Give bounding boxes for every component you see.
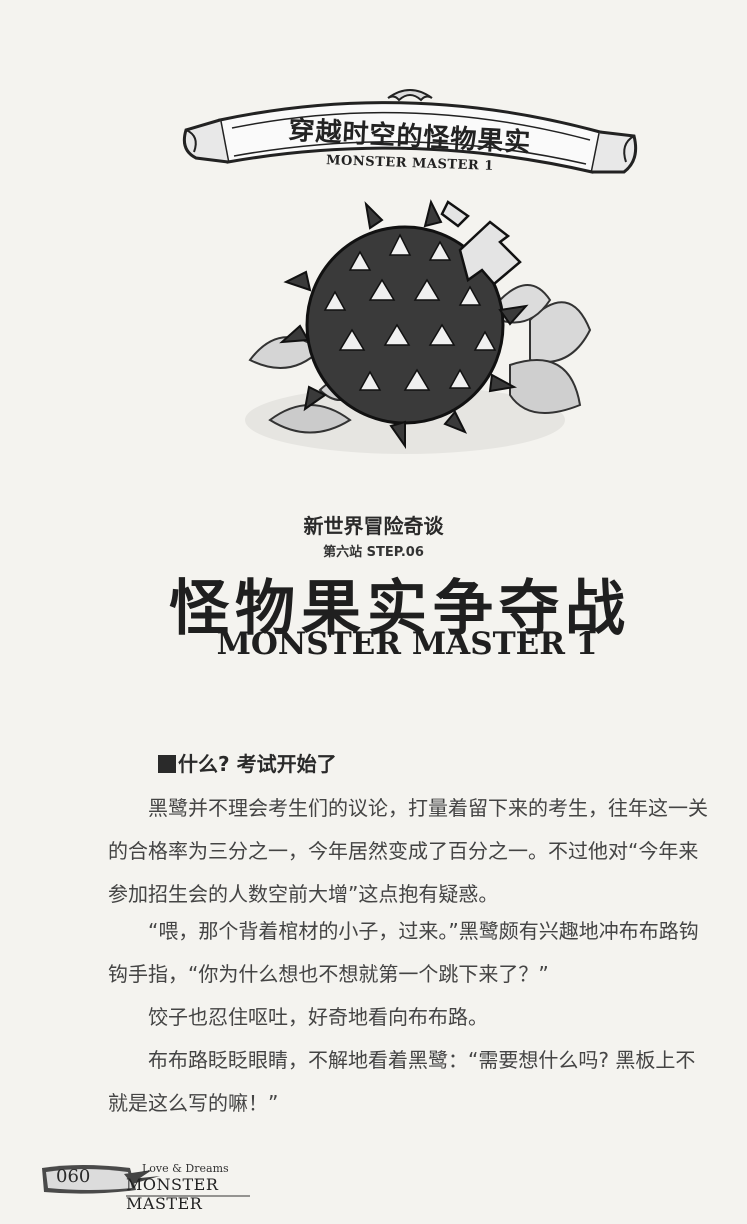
- monster-fruit-illustration: [230, 190, 600, 500]
- paragraph: 黑鹭并不理会考生们的议论，打量着留下来的考生，往年这一关的合格率为三分之一，今年…: [108, 796, 708, 906]
- section-heading-text: 什么? 考试开始了: [178, 752, 337, 776]
- step-label: 第六站 STEP.06: [323, 545, 424, 560]
- footer-brand: MONSTER MASTER: [126, 1175, 219, 1213]
- paragraph: 布布路眨眨眼睛，不解地看着黑鹭：“需要想什么吗? 黑板上不就是这么写的嘛！”: [108, 1048, 696, 1115]
- series-title: 新世界冒险奇谈: [303, 514, 444, 538]
- title-banner: 穿越时空的怪物果实 MONSTER MASTER 1: [180, 80, 640, 190]
- book-page: 穿越时空的怪物果实 MONSTER MASTER 1 新世界冒险奇谈 第六站 S…: [0, 0, 747, 1224]
- page-number: 060: [56, 1166, 91, 1187]
- paragraph: “喂，那个背着棺材的小子，过来。”黑鹭颇有兴趣地冲布布路钩钩手指，“你为什么想也…: [108, 919, 699, 986]
- section-heading: 什么? 考试开始了: [158, 748, 337, 777]
- paragraph: 饺子也忍住呕吐，好奇地看向布布路。: [148, 1005, 488, 1029]
- square-bullet-icon: [158, 755, 176, 773]
- chapter-subtitle: MONSTER MASTER 1: [216, 626, 598, 662]
- footer-tagline: Love & Dreams: [142, 1162, 229, 1175]
- page-footer: 060 Love & Dreams MONSTER MASTER: [40, 1160, 280, 1213]
